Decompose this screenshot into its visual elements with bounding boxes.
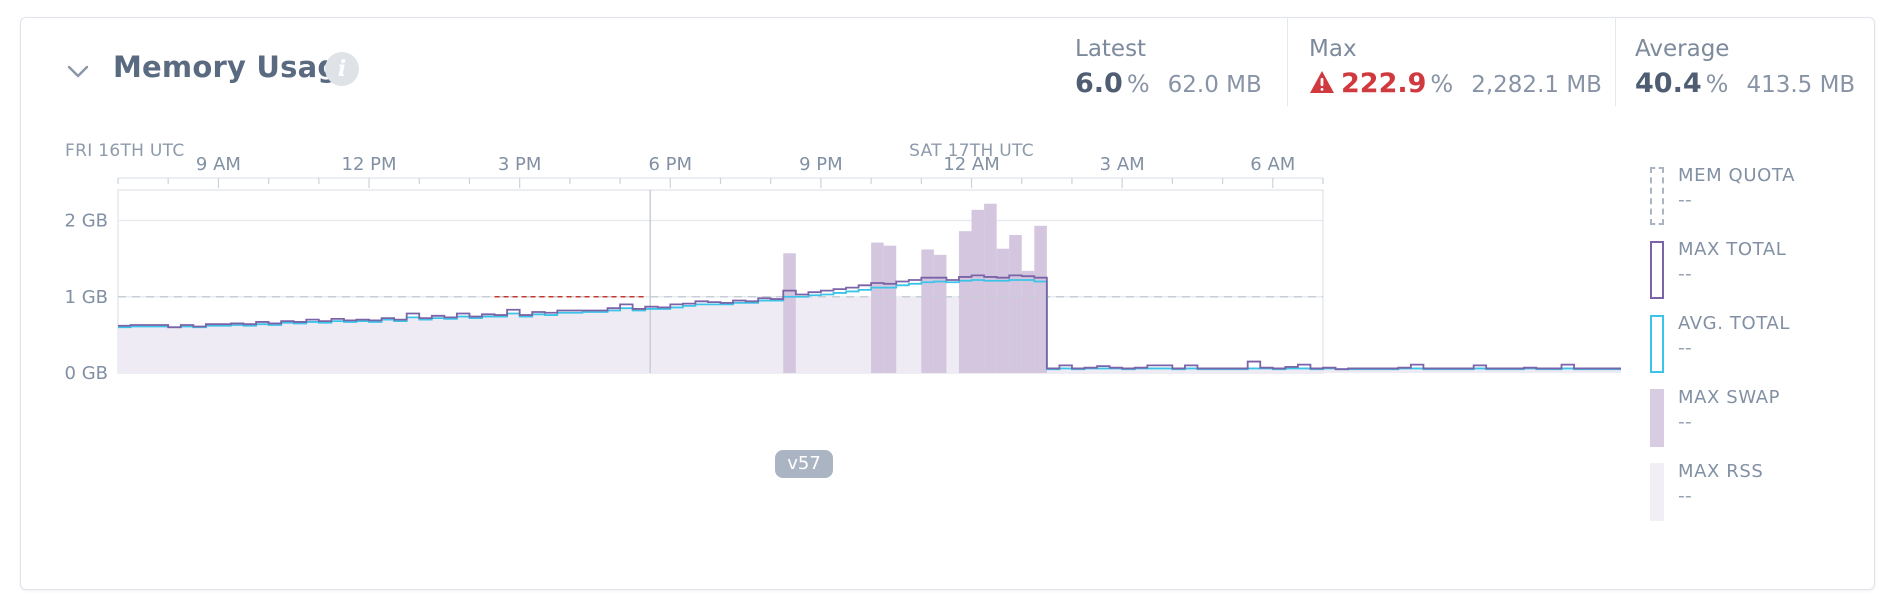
legend-swatch xyxy=(1650,389,1664,447)
max-swap-bar xyxy=(883,245,897,373)
release-badge[interactable]: v57 xyxy=(775,450,833,478)
legend-name: AVG. TOTAL xyxy=(1678,313,1790,334)
legend-swatch xyxy=(1650,463,1664,521)
legend-swatch xyxy=(1650,315,1664,373)
x-tick-label: 9 AM xyxy=(196,154,241,175)
max-swap-bar xyxy=(958,231,972,373)
stat-max-mb: 2,282.1 MB xyxy=(1471,72,1602,98)
max-swap-bar xyxy=(984,203,997,373)
stat-max-label: Max xyxy=(1309,36,1357,62)
legend-item-max-swap[interactable]: MAX SWAP -- xyxy=(1646,385,1856,447)
stat-latest-unit: % xyxy=(1126,70,1150,98)
legend-swatch xyxy=(1650,241,1664,299)
info-icon[interactable]: i xyxy=(325,52,359,86)
y-tick-label: 0 GB xyxy=(65,363,108,384)
legend-value: -- xyxy=(1678,485,1692,507)
legend-name: MEM QUOTA xyxy=(1678,165,1795,186)
max-swap-bar xyxy=(783,253,796,373)
max-rss-series xyxy=(118,296,1621,373)
x-tick-label: 9 PM xyxy=(799,154,843,175)
stat-latest: Latest 6.0% 62.0 MB xyxy=(1075,36,1262,106)
legend-item-mem-quota[interactable]: MEM QUOTA -- xyxy=(1646,163,1856,225)
legend-item-max-total[interactable]: MAX TOTAL -- xyxy=(1646,237,1856,299)
max-swap-bar xyxy=(971,209,985,373)
stat-max: Max 222.9% 2,282.1 MB xyxy=(1309,36,1602,106)
legend-swatch xyxy=(1650,167,1664,225)
stat-latest-mb: 62.0 MB xyxy=(1167,72,1262,98)
date-label: FRI 16TH UTC xyxy=(65,141,185,161)
chevron-down-icon[interactable] xyxy=(61,54,95,88)
legend-item-avg-total[interactable]: AVG. TOTAL -- xyxy=(1646,311,1856,373)
legend-name: MAX SWAP xyxy=(1678,387,1781,408)
x-tick-label: 6 AM xyxy=(1250,154,1295,175)
stat-max-unit: % xyxy=(1430,70,1454,98)
stat-max-percent: 222.9 xyxy=(1341,68,1427,99)
legend-value: -- xyxy=(1678,411,1692,433)
stat-latest-percent: 6.0 xyxy=(1075,68,1123,99)
stat-average-percent: 40.4 xyxy=(1635,68,1702,99)
stat-average: Average 40.4% 413.5 MB xyxy=(1635,36,1855,106)
max-swap-bar xyxy=(1009,234,1022,373)
stat-average-unit: % xyxy=(1705,70,1729,98)
panel-title: Memory Usage xyxy=(113,50,359,84)
max-swap-bar xyxy=(871,242,884,373)
legend-name: MAX TOTAL xyxy=(1678,239,1787,260)
legend-value: -- xyxy=(1678,337,1692,359)
stat-average-label: Average xyxy=(1635,36,1730,62)
warning-icon xyxy=(1309,70,1335,94)
max-swap-bar xyxy=(933,254,947,373)
max-swap-bar xyxy=(996,248,1010,373)
stat-average-mb: 413.5 MB xyxy=(1746,72,1856,98)
max-swap-bar xyxy=(921,249,934,373)
memory-usage-panel: Memory Usage i Latest 6.0% 62.0 MB Max 22… xyxy=(20,17,1875,590)
y-tick-label: 2 GB xyxy=(65,211,108,232)
date-label: SAT 17TH UTC xyxy=(909,141,1034,161)
legend-value: -- xyxy=(1678,189,1692,211)
x-tick-label: 3 PM xyxy=(498,154,542,175)
legend-item-max-rss[interactable]: MAX RSS -- xyxy=(1646,459,1856,521)
panel-header: Memory Usage i Latest 6.0% 62.0 MB Max 22… xyxy=(21,18,1874,128)
legend-value: -- xyxy=(1678,263,1692,285)
stat-divider xyxy=(1615,18,1616,106)
x-tick-label: 12 PM xyxy=(342,154,397,175)
x-tick-label: 3 AM xyxy=(1100,154,1145,175)
memory-usage-chart[interactable]: 0 GB1 GB2 GB9 AM 12 PM 3 PM 6 PM 9 PM 12 AM 3 … xyxy=(21,138,1621,538)
legend-name: MAX RSS xyxy=(1678,461,1764,482)
x-tick-label: 6 PM xyxy=(649,154,693,175)
max-swap-bar xyxy=(1021,270,1035,373)
stat-latest-label: Latest xyxy=(1075,36,1147,62)
max-swap-bar xyxy=(1034,225,1047,373)
stat-divider xyxy=(1287,18,1288,106)
y-tick-label: 1 GB xyxy=(65,287,108,308)
max-rss-area xyxy=(118,296,1621,373)
